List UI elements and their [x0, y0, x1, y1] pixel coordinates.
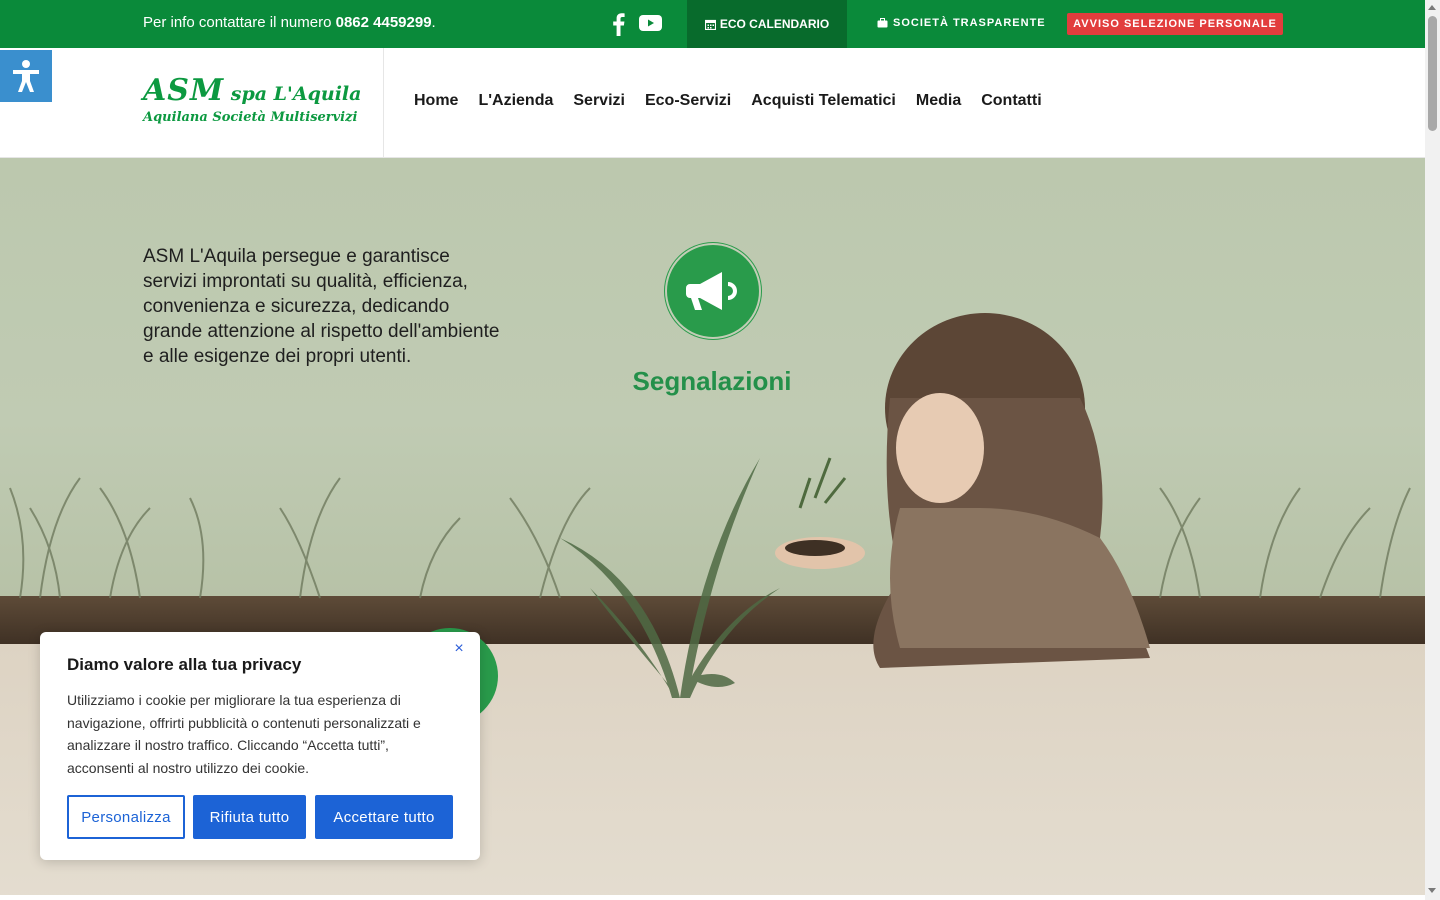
facebook-icon[interactable]	[610, 12, 626, 36]
societa-trasparente-link[interactable]: SOCIETÀ TRASPARENTE	[877, 17, 1046, 29]
societa-trasparente-label: SOCIETÀ TRASPARENTE	[893, 17, 1046, 29]
nav-item-eco-servizi[interactable]: Eco-Servizi	[645, 92, 731, 110]
main-nav: Home L'Azienda Servizi Eco-Servizi Acqui…	[414, 92, 1042, 110]
asm-logo[interactable]: ASM spa L'Aquila Aquilana Società Multis…	[143, 73, 361, 128]
accessibility-icon	[13, 60, 39, 92]
nav-item-azienda[interactable]: L'Azienda	[478, 92, 553, 110]
header-divider	[383, 48, 384, 158]
accept-all-button[interactable]: Accettare tutto	[315, 795, 453, 839]
briefcase-icon	[877, 18, 888, 28]
segnalazioni-label[interactable]: Segnalazioni	[612, 366, 812, 397]
close-icon[interactable]: ×	[452, 640, 466, 658]
accessibility-button[interactable]	[0, 50, 52, 102]
nav-item-servizi[interactable]: Servizi	[573, 92, 625, 110]
youtube-icon[interactable]	[639, 13, 662, 33]
nav-item-home[interactable]: Home	[414, 92, 458, 110]
nav-item-media[interactable]: Media	[916, 92, 961, 110]
site-header: ASM spa L'Aquila Aquilana Società Multis…	[0, 48, 1425, 158]
phone-number[interactable]: 0862 4459299	[336, 14, 432, 31]
nav-item-contatti[interactable]: Contatti	[981, 92, 1041, 110]
contact-info-text: Per info contattare il numero	[143, 14, 336, 31]
eco-calendario-button[interactable]: ECO CALENDARIO	[687, 0, 847, 48]
avviso-selezione-label: AVVISO SELEZIONE PERSONALE	[1073, 18, 1277, 30]
cookie-banner: Diamo valore alla tua privacy × Utilizzi…	[40, 632, 480, 860]
reject-all-button[interactable]: Rifiuta tutto	[193, 795, 306, 839]
page-scrollbar[interactable]	[1425, 0, 1440, 900]
cookie-title: Diamo valore alla tua privacy	[67, 655, 302, 674]
logo-main-text: ASM	[143, 73, 225, 108]
scroll-up-arrow[interactable]	[1428, 5, 1436, 10]
megaphone-icon	[686, 272, 737, 310]
customize-button[interactable]: Personalizza	[67, 795, 185, 839]
logo-line-1: ASM spa L'Aquila	[143, 73, 361, 109]
logo-line-2: Aquilana Società Multiservizi	[143, 110, 358, 125]
scrollbar-thumb[interactable]	[1428, 16, 1437, 131]
hero-text: ASM L'Aquila persegue e garantisce servi…	[143, 246, 500, 367]
top-bar: Per info contattare il numero 0862 44592…	[0, 0, 1425, 48]
nav-item-acquisti-telematici[interactable]: Acquisti Telematici	[751, 92, 896, 110]
scroll-down-arrow[interactable]	[1428, 888, 1436, 893]
calendar-icon	[704, 19, 716, 30]
cookie-body: Utilizziamo i cookie per migliorare la t…	[67, 692, 421, 776]
segnalazioni-button[interactable]	[665, 243, 761, 339]
logo-sub-text: spa L'Aquila	[224, 83, 362, 105]
eco-calendario-label: ECO CALENDARIO	[719, 17, 830, 31]
avviso-selezione-button[interactable]: AVVISO SELEZIONE PERSONALE	[1067, 13, 1283, 35]
contact-info: Per info contattare il numero 0862 44592…	[143, 14, 436, 31]
contact-info-suffix: .	[431, 14, 436, 31]
